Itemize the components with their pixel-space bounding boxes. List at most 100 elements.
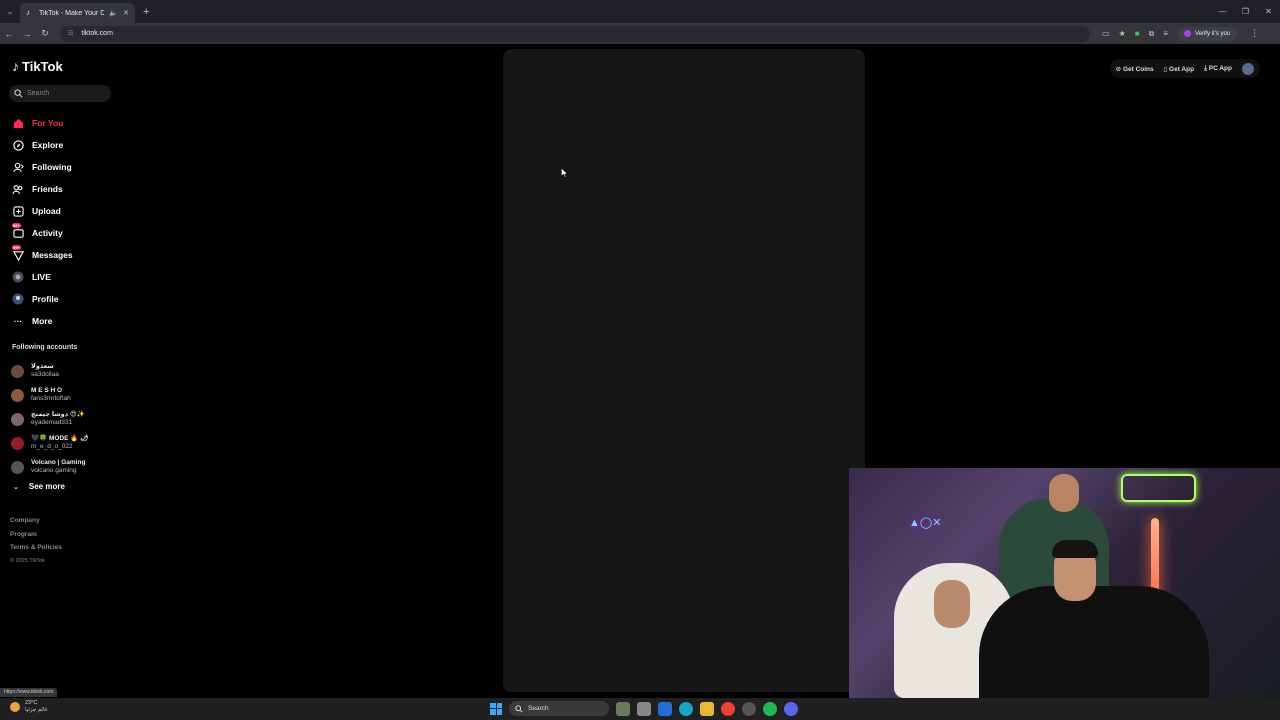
address-bar[interactable]: ☷ tiktok.com <box>60 25 1090 42</box>
close-window-icon[interactable]: ✕ <box>1257 0 1280 23</box>
see-more-button[interactable]: ⌄ See more <box>13 482 65 491</box>
pc-app-button[interactable]: ⤓ PC App <box>1204 65 1232 73</box>
minimize-icon[interactable]: — <box>1211 0 1234 23</box>
neon-sign-logo: ▲◯✕ <box>909 517 942 529</box>
sidebar-item-live[interactable]: LIVE <box>12 266 73 288</box>
avatar <box>11 412 24 426</box>
video-player[interactable] <box>503 49 865 692</box>
search-icon <box>515 704 523 713</box>
tiktok-favicon-icon: ♪ <box>26 8 30 17</box>
tiktok-note-icon: ♪ <box>12 58 19 74</box>
activity-badge: 99+ <box>12 223 21 228</box>
sidebar-item-friends[interactable]: Friends <box>12 178 73 200</box>
sidebar-footer: Company Program Terms & Policies © 2025 … <box>10 514 62 568</box>
tab-title: TikTok - Make Your Day <box>39 9 105 17</box>
task-view-icon[interactable] <box>637 701 651 716</box>
windows-taskbar: 23°C غائم جزئيا Search <box>0 698 1280 720</box>
message-icon: 99+ <box>12 245 24 261</box>
menu-icon[interactable]: ⋮ <box>1250 28 1259 39</box>
avatar <box>11 436 24 450</box>
restore-icon[interactable]: ❐ <box>1234 0 1257 23</box>
file-explorer-icon[interactable] <box>700 701 714 716</box>
site-info-icon[interactable]: ☷ <box>68 30 73 37</box>
upload-icon <box>12 205 24 217</box>
following-accounts-heading: Following accounts <box>12 344 78 351</box>
live-icon <box>12 271 24 283</box>
bookmark-star-icon[interactable]: ★ <box>1119 29 1126 38</box>
get-app-button[interactable]: ▯ Get App <box>1164 65 1194 73</box>
url-text: tiktok.com <box>81 30 113 37</box>
messages-badge: 99+ <box>12 245 21 250</box>
puzzle-icon[interactable]: ⧉ <box>1149 29 1155 39</box>
temperature: 23°C <box>25 700 38 706</box>
sidebar-item-upload[interactable]: Upload <box>12 200 73 222</box>
sidebar-nav: For You Explore Following Friends Upload… <box>12 112 73 332</box>
following-accounts-list: سعدولا sa3dollaa M E S H Ofans3mrtoftah د… <box>11 359 88 479</box>
get-coins-button[interactable]: ⊘ Get Coins <box>1116 65 1154 73</box>
chrome-icon[interactable] <box>721 701 735 716</box>
forward-icon[interactable]: → <box>18 29 36 39</box>
weather-widget[interactable]: 23°C غائم جزئيا <box>10 700 48 714</box>
browser-tab[interactable]: ♪ TikTok - Make Your Day 🔈 ✕ <box>20 3 135 23</box>
webcam-overlay: ▲◯✕ <box>849 468 1280 698</box>
weather-text: غائم جزئيا <box>25 707 48 713</box>
edge-icon[interactable] <box>679 701 693 716</box>
cast-icon[interactable]: ▭ <box>1102 29 1110 38</box>
footer-program-link[interactable]: Program <box>10 528 62 542</box>
profile-avatar-icon <box>12 293 24 305</box>
person-standing-face <box>1049 474 1079 512</box>
person-right-hair <box>1052 540 1098 558</box>
person-right <box>979 586 1209 698</box>
sidebar-item-activity[interactable]: 99+ Activity <box>12 222 73 244</box>
status-bar-url: https://www.tiktok.com <box>0 688 58 697</box>
browser-toolbar: ← → ↻ ☷ tiktok.com ▭ ★ ■ ⧉ ≡ Verify it's… <box>0 23 1280 44</box>
start-icon[interactable] <box>490 702 502 715</box>
following-icon <box>12 161 24 173</box>
sidebar-item-following[interactable]: Following <box>12 156 73 178</box>
extension-icon[interactable]: ■ <box>1135 29 1140 38</box>
reload-icon[interactable]: ↻ <box>36 28 54 39</box>
profile-avatar-icon <box>1183 30 1191 37</box>
tab-search-icon[interactable]: ⌄ <box>0 0 20 23</box>
sidebar-item-profile[interactable]: Profile <box>12 288 73 310</box>
profile-verify-button[interactable]: Verify it's you <box>1176 26 1238 41</box>
avatar <box>11 388 24 402</box>
outlook-icon[interactable] <box>658 701 672 716</box>
list-item[interactable]: دوشا جيمنج 😍✨ eyademad331 <box>11 407 88 431</box>
back-icon[interactable]: ← <box>0 29 18 39</box>
neon-hex-decoration <box>1121 474 1196 502</box>
app-icon[interactable] <box>742 701 756 716</box>
copyright: © 2025 TikTok <box>10 557 45 564</box>
user-avatar[interactable] <box>1242 62 1254 75</box>
taskbar-search[interactable]: Search <box>509 701 609 716</box>
spotify-icon[interactable] <box>763 701 777 716</box>
widget-icon[interactable] <box>616 701 630 716</box>
sidebar-item-explore[interactable]: Explore <box>12 134 73 156</box>
new-tab-icon[interactable]: + <box>143 6 149 18</box>
discord-icon[interactable] <box>784 701 798 716</box>
more-dots-icon: ··· <box>13 316 23 326</box>
list-item[interactable]: 🖤🍀 MODE 🔥 🌶 m_e_d_o_022 <box>11 431 88 455</box>
taskbar-apps: Search <box>490 701 798 716</box>
search-input[interactable]: Search <box>9 85 111 102</box>
speaker-icon[interactable]: 🔈 <box>109 9 118 17</box>
friends-icon <box>12 183 24 195</box>
avatar <box>11 460 24 474</box>
list-item[interactable]: Volcano | Gaming volcano.gaming <box>11 455 88 479</box>
sidebar-item-messages[interactable]: 99+ Messages <box>12 244 73 266</box>
sidebar-item-for-you[interactable]: For You <box>12 112 73 134</box>
person-left-face <box>934 580 970 628</box>
window-controls: — ❐ ✕ <box>1211 0 1280 23</box>
media-icon[interactable]: ≡ <box>1163 29 1168 38</box>
home-icon <box>12 117 24 129</box>
header-actions: ⊘ Get Coins ▯ Get App ⤓ PC App <box>1109 59 1260 78</box>
list-item[interactable]: M E S H Ofans3mrtoftah <box>11 383 88 407</box>
sidebar-item-more[interactable]: ··· More <box>12 310 73 332</box>
footer-company-link[interactable]: Company <box>10 514 62 528</box>
search-icon <box>14 89 23 98</box>
tiktok-logo[interactable]: ♪ TikTok <box>12 58 63 74</box>
close-tab-icon[interactable]: ✕ <box>123 9 129 17</box>
footer-terms-link[interactable]: Terms & Policies <box>10 541 62 555</box>
compass-icon <box>12 139 24 151</box>
list-item[interactable]: سعدولا sa3dollaa <box>11 359 88 383</box>
